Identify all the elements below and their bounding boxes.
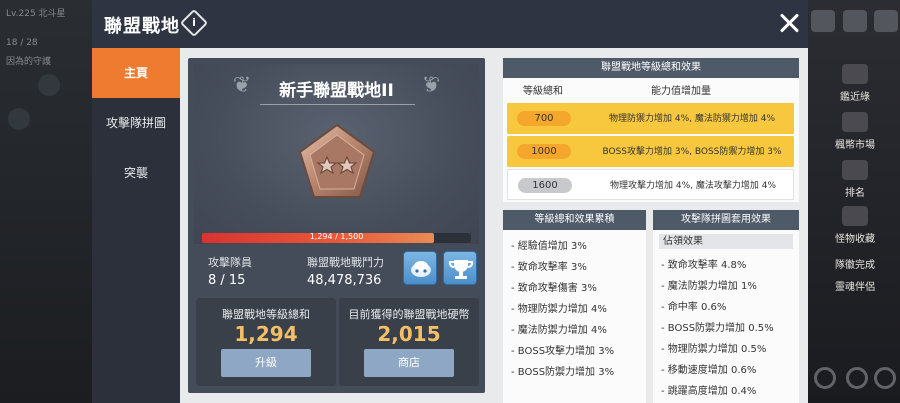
level-effects-header: 聯盟戰地等級總和效果 xyxy=(503,58,799,78)
effect-text: BOSS攻擊力增加 3%, BOSS防禦力增加 3% xyxy=(602,147,782,157)
list-item: - 命中率 0.6% xyxy=(661,302,727,313)
dialog-header: 聯盟戰地 i xyxy=(92,0,808,48)
trophy-icon xyxy=(448,260,474,279)
level-effects-panel: 聯盟戰地等級總和效果 等級總和 能力值增加量 700 物理防禦力增加 4%, 魔… xyxy=(503,58,799,202)
shop-button[interactable]: 商店 xyxy=(364,349,454,377)
menu-icon[interactable] xyxy=(874,10,898,32)
side-menu-icon xyxy=(842,64,868,84)
field-hero: ❦ ❦ 新手聯盟戰地II 1,294 / 1,500 xyxy=(194,64,479,244)
side-menu-icon xyxy=(842,160,868,180)
col-ability-header: 能力值增加量 xyxy=(651,86,711,97)
col-level-header: 等級總和 xyxy=(523,86,563,97)
effect-row: 1000 BOSS攻擊力增加 3%, BOSS防禦力增加 3% xyxy=(507,136,794,167)
list-item: - BOSS防禦力增加 3% xyxy=(511,367,615,378)
list-item: - 物理防禦力增加 4% xyxy=(511,304,607,315)
coin-card: 目前獲得的聯盟戰地硬幣 2,015 商店 xyxy=(339,298,479,386)
list-item: - 移動速度增加 0.6% xyxy=(661,365,757,376)
refresh-icon[interactable] xyxy=(814,367,836,389)
power-stat: 聯盟戰地戰鬥力 48,478,736 xyxy=(307,254,384,288)
level-pill: 1000 xyxy=(517,144,571,159)
list-item: - 魔法防禦力增加 1% xyxy=(661,281,757,292)
tab-raid[interactable]: 突襲 xyxy=(92,148,180,198)
list-item: - 物理防禦力增加 0.5% xyxy=(661,344,767,355)
team-stat: 攻擊隊員 8 / 15 xyxy=(208,254,252,288)
field-rank-title: 新手聯盟戰地II xyxy=(279,81,394,101)
home-main-panel: ❦ ❦ 新手聯盟戰地II 1,294 / 1,500 攻擊隊員 8 / 15 聯… xyxy=(188,58,485,393)
swap-icon[interactable] xyxy=(846,367,868,389)
side-menu-icon xyxy=(842,112,868,132)
dialog-title: 聯盟戰地 xyxy=(104,16,180,37)
list-item: - BOSS攻擊力增加 3% xyxy=(511,346,615,357)
side-menu-item[interactable]: 靈魂伴侶 xyxy=(820,278,890,293)
close-icon[interactable] xyxy=(776,10,802,36)
alliance-field-dialog: 聯盟戰地 i 主頁 攻擊隊拼圖 突襲 ❦ ❦ 新手聯盟戰地II 1,294 / … xyxy=(92,0,808,403)
list-item: - 跳躍高度增加 0.4% xyxy=(661,386,757,397)
ranking-trophy-button[interactable] xyxy=(443,251,477,285)
list-item: - 致命攻擊率 3% xyxy=(511,262,587,273)
occupation-subheader: 佔領效果 xyxy=(659,234,793,249)
title-divider xyxy=(260,104,415,105)
hud-map-icon xyxy=(8,108,30,130)
side-menu-item[interactable]: 怪物收藏 xyxy=(820,206,890,245)
game-background-left: Lv.225 北斗星 18 / 28 因為的守護 xyxy=(0,0,95,403)
side-menu-item[interactable]: 隊徽完成 xyxy=(820,256,890,271)
settings-gear-icon[interactable] xyxy=(874,367,896,389)
side-menu-icon xyxy=(842,206,868,226)
level-pill: 700 xyxy=(517,111,571,126)
puzzle-effects-panel: 攻擊隊拼圖套用效果 佔領效果 - 致命攻擊率 4.8% - 魔法防禦力增加 1%… xyxy=(653,210,799,403)
power-label: 聯盟戰地戰鬥力 xyxy=(307,256,384,269)
list-item: - 經驗值增加 3% xyxy=(511,241,587,252)
puzzle-header: 攻擊隊拼圖套用效果 xyxy=(653,210,799,230)
list-item: - BOSS防禦力增加 0.5% xyxy=(661,323,774,334)
coin-value: 2,015 xyxy=(377,322,441,346)
character-icon[interactable] xyxy=(843,10,867,32)
side-menu-item[interactable]: 鑑近綠 xyxy=(820,64,890,103)
hud-level-text: Lv.225 北斗星 xyxy=(6,9,66,19)
power-value: 48,478,736 xyxy=(307,273,382,288)
effect-row: 700 物理防禦力增加 4%, 魔法防禦力增加 4% xyxy=(507,103,794,134)
level-sum-label: 聯盟戰地等級總和 xyxy=(222,308,310,321)
raid-boss-icon[interactable] xyxy=(403,251,437,285)
effect-row: 1600 物理攻擊力增加 4%, 魔法攻擊力增加 4% xyxy=(507,169,794,200)
level-pill: 1600 xyxy=(518,178,572,193)
level-progress-bar: 1,294 / 1,500 xyxy=(202,232,471,243)
effect-text: 物理防禦力增加 4%, 魔法防禦力增加 4% xyxy=(609,114,775,124)
list-item: - 致命攻擊傷害 3% xyxy=(511,283,597,294)
side-menu-item[interactable]: 楓幣市場 xyxy=(820,112,890,151)
effect-text: 物理攻擊力增加 4%, 魔法攻擊力增加 4% xyxy=(610,181,776,191)
hud-guild-text: 因為的守護 xyxy=(6,57,52,67)
upgrade-button[interactable]: 升級 xyxy=(221,349,311,377)
tab-attack-puzzle[interactable]: 攻擊隊拼圖 xyxy=(92,98,180,148)
mail-icon[interactable] xyxy=(811,10,835,32)
side-menu-item[interactable]: 排名 xyxy=(820,160,890,199)
list-item: - 魔法防禦力增加 4% xyxy=(511,325,607,336)
list-item: - 致命攻擊率 4.8% xyxy=(661,260,747,271)
hud-avatar-icon xyxy=(38,74,60,96)
pentagon-emblem-icon xyxy=(298,123,376,198)
helmet-icon xyxy=(411,261,431,277)
team-value: 8 / 15 xyxy=(208,273,246,288)
coin-label: 目前獲得的聯盟戰地硬幣 xyxy=(348,308,470,321)
team-label: 攻擊隊員 xyxy=(208,256,252,269)
accumulated-effects-panel: 等級總和效果累積 - 經驗值增加 3% - 致命攻擊率 3% - 致命攻擊傷害 … xyxy=(503,210,646,403)
info-icon[interactable]: i xyxy=(179,8,209,38)
level-progress-text: 1,294 / 1,500 xyxy=(309,232,364,241)
accumulated-header: 等級總和效果累積 xyxy=(503,210,646,230)
hud-count-text: 18 / 28 xyxy=(6,38,38,48)
level-sum-value: 1,294 xyxy=(234,322,298,346)
tab-home[interactable]: 主頁 xyxy=(92,48,180,98)
game-background-right: 鑑近綠 楓幣市場 排名 怪物收藏 隊徽完成 靈魂伴侶 xyxy=(808,0,900,403)
dialog-sidebar: 主頁 攻擊隊拼圖 突襲 xyxy=(92,48,180,403)
level-sum-card: 聯盟戰地等級總和 1,294 升級 xyxy=(196,298,336,386)
